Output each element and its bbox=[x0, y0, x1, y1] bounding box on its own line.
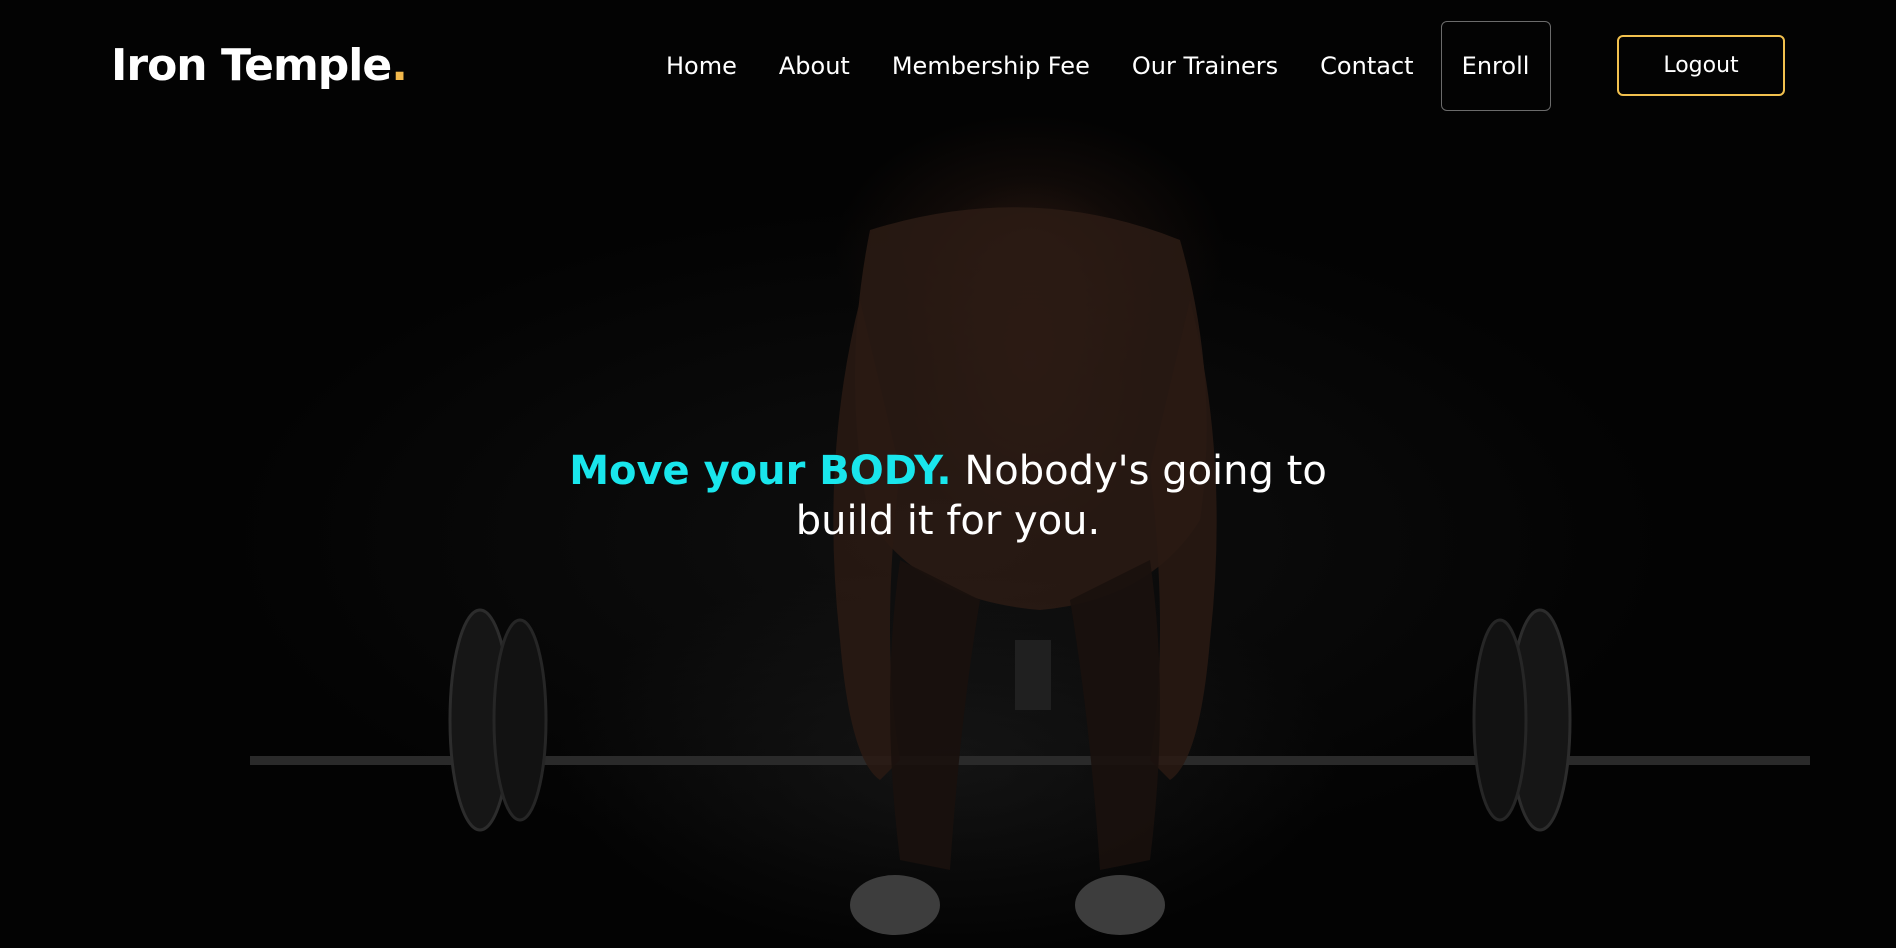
page: Iron Temple. Home About Membership Fee O… bbox=[0, 0, 1896, 948]
hero-headline: Move your BODY. Nobody's going to build … bbox=[548, 446, 1348, 546]
nav-link-about[interactable]: About bbox=[758, 20, 871, 112]
hero-headline-accent: Move your BODY. bbox=[569, 448, 952, 494]
site-header: Iron Temple. Home About Membership Fee O… bbox=[0, 0, 1896, 132]
brand-name: Iron Temple bbox=[111, 40, 392, 91]
nav-link-membership-fee[interactable]: Membership Fee bbox=[871, 20, 1111, 112]
enroll-button[interactable]: Enroll bbox=[1440, 21, 1551, 111]
main-nav: Home About Membership Fee Our Trainers C… bbox=[650, 20, 1551, 112]
hero-headline-line2: build it for you. bbox=[795, 498, 1101, 544]
hero-headline-line1: Nobody's going to bbox=[951, 448, 1327, 494]
logout-button[interactable]: Logout bbox=[1617, 35, 1785, 96]
brand-logo[interactable]: Iron Temple. bbox=[111, 36, 408, 96]
nav-link-contact[interactable]: Contact bbox=[1299, 20, 1434, 112]
nav-link-home[interactable]: Home bbox=[650, 20, 758, 112]
nav-link-our-trainers[interactable]: Our Trainers bbox=[1111, 20, 1299, 112]
brand-dot: . bbox=[391, 40, 408, 91]
